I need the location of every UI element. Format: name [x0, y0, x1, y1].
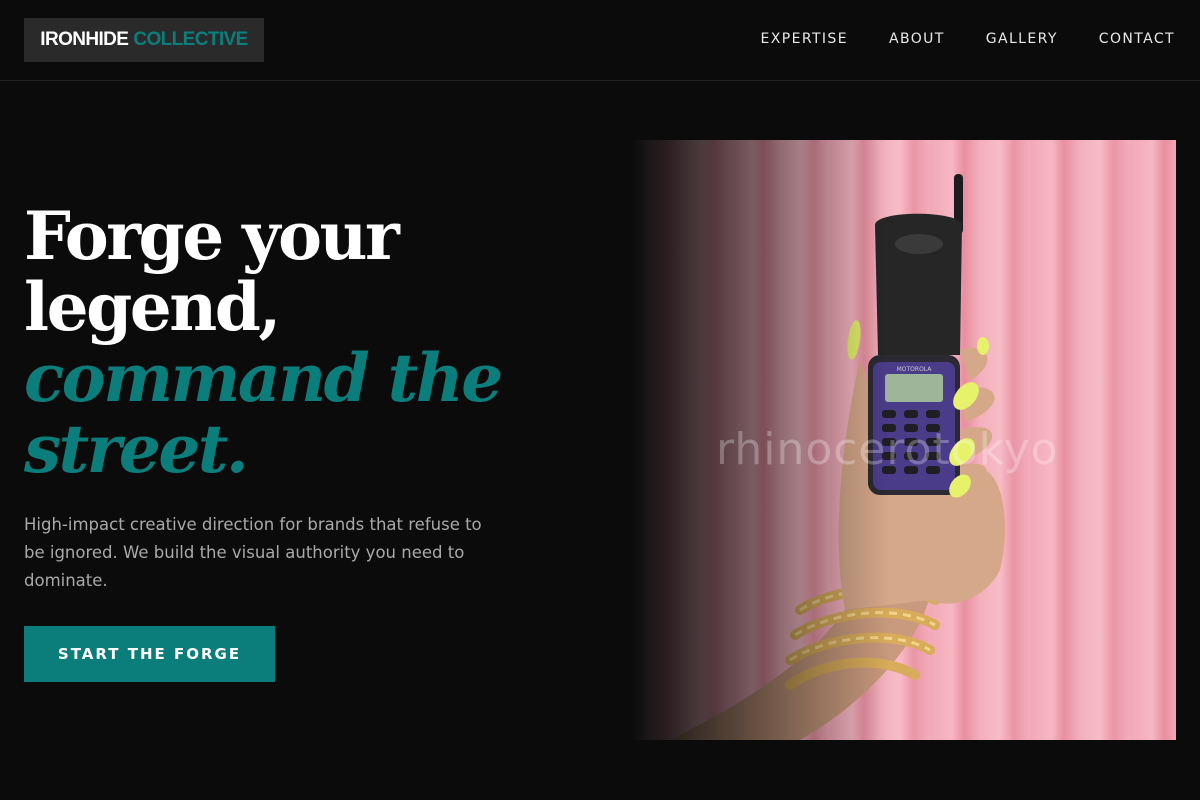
- image-watermark: rhinocerotokyo: [716, 424, 1059, 475]
- logo[interactable]: IRONHIDE COLLECTIVE: [24, 18, 264, 62]
- nav-item-expertise[interactable]: EXPERTISE: [761, 30, 848, 48]
- phone-brand-text: MOTOROLA: [897, 366, 933, 373]
- main-nav: EXPERTISE ABOUT GALLERY CONTACT: [761, 30, 1175, 48]
- nav-item-gallery[interactable]: GALLERY: [986, 30, 1058, 48]
- nav-item-about[interactable]: ABOUT: [889, 30, 945, 48]
- hero-subtext: High-impact creative direction for brand…: [24, 515, 482, 590]
- hero-image: MOTOROLA rhinocerotokyo: [630, 140, 1176, 740]
- hero-headline: Forge your legend, command the street.: [24, 201, 584, 485]
- logo-word-collective: COLLECTIVE: [133, 29, 248, 50]
- site-header: IRONHIDE COLLECTIVE EXPERTISE ABOUT GALL…: [0, 0, 1200, 81]
- headline-accent-2: street.: [24, 410, 249, 488]
- start-the-forge-button[interactable]: START THE FORGE: [24, 626, 275, 682]
- nav-item-contact[interactable]: CONTACT: [1099, 30, 1175, 48]
- headline-accent-1: command the: [24, 339, 503, 417]
- headline-line-1: Forge your: [24, 197, 400, 275]
- headline-line-2: legend,: [24, 268, 281, 346]
- logo-word-ironhide: IRONHIDE: [40, 29, 129, 50]
